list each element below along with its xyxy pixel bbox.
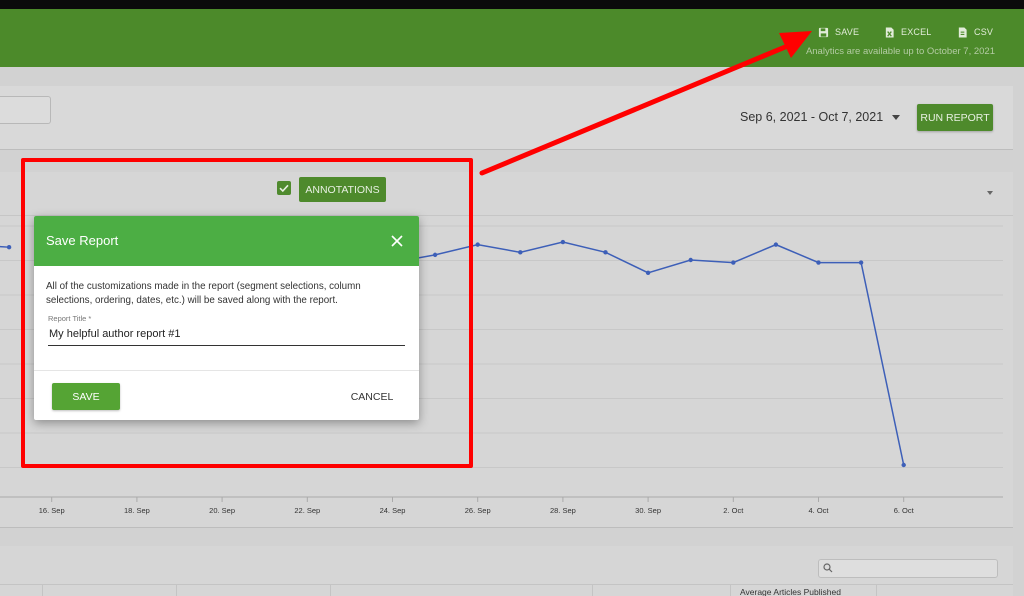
annotation-arrow (479, 31, 812, 176)
